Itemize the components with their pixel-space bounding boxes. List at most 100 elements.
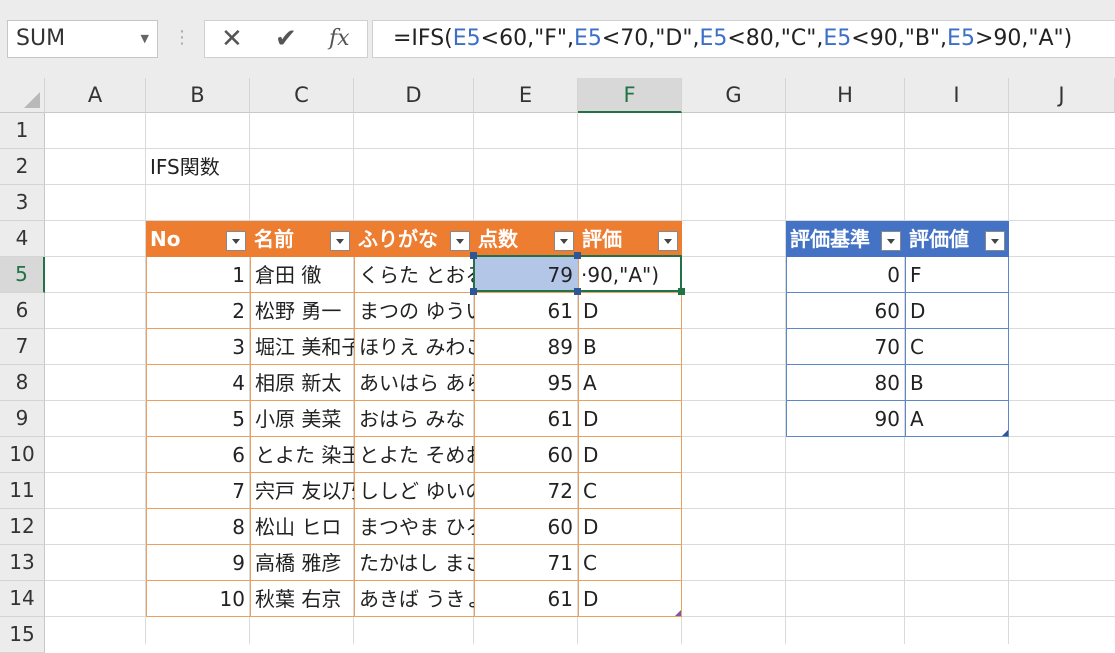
table-cell[interactable]: 61 xyxy=(474,293,578,329)
table-cell[interactable]: 相原 新太 xyxy=(250,365,354,401)
table-cell[interactable]: 61 xyxy=(474,581,578,617)
table-cell[interactable]: D xyxy=(905,293,1009,329)
column-header-j[interactable]: J xyxy=(1009,78,1115,113)
table1-header-score[interactable]: 点数 xyxy=(474,221,578,257)
table-cell[interactable]: C xyxy=(578,545,682,581)
table-cell[interactable]: 70 xyxy=(786,329,905,365)
table-cell[interactable]: ほりえ みわこ xyxy=(354,329,474,365)
table-cell[interactable]: D xyxy=(578,581,682,617)
filter-dropdown-icon[interactable] xyxy=(554,231,574,251)
table-cell[interactable]: 60 xyxy=(474,437,578,473)
range-handle[interactable] xyxy=(574,252,581,259)
filter-dropdown-icon[interactable] xyxy=(881,231,901,251)
sheet-title[interactable]: IFS関数 xyxy=(146,149,346,185)
table-cell[interactable]: B xyxy=(905,365,1009,401)
table1-header-no[interactable]: No xyxy=(146,221,250,257)
table-cell[interactable]: 松山 ヒロ xyxy=(250,509,354,545)
table-cell[interactable]: まつの ゆういち xyxy=(354,293,474,329)
table2-resize-handle[interactable] xyxy=(1002,430,1008,436)
table-cell[interactable]: 80 xyxy=(786,365,905,401)
table-cell[interactable]: 7 xyxy=(146,473,250,509)
column-header-d[interactable]: D xyxy=(354,78,474,113)
table-cell[interactable]: あきば うきょう xyxy=(354,581,474,617)
chevron-down-icon[interactable]: ▼ xyxy=(141,21,149,57)
range-handle[interactable] xyxy=(470,288,477,295)
column-header-h[interactable]: H xyxy=(786,78,905,113)
range-handle[interactable] xyxy=(470,252,477,259)
row-header-7[interactable]: 7 xyxy=(0,329,45,365)
table-cell[interactable]: 秋葉 右京 xyxy=(250,581,354,617)
row-header-4[interactable]: 4 xyxy=(0,221,45,257)
table-cell[interactable]: たかはし まさひこ xyxy=(354,545,474,581)
table-cell[interactable]: 高橋 雅彦 xyxy=(250,545,354,581)
table-cell[interactable]: 9 xyxy=(146,545,250,581)
table-cell[interactable]: 3 xyxy=(146,329,250,365)
table-cell[interactable]: 0 xyxy=(786,257,905,293)
row-header-12[interactable]: 12 xyxy=(0,509,45,545)
filter-dropdown-icon[interactable] xyxy=(330,231,350,251)
table-cell[interactable]: A xyxy=(578,365,682,401)
enter-icon[interactable]: ✔ xyxy=(275,25,297,53)
row-header-8[interactable]: 8 xyxy=(0,365,45,401)
table1-resize-handle[interactable] xyxy=(675,610,681,616)
cancel-icon[interactable]: ✕ xyxy=(221,25,243,53)
table-cell[interactable]: 4 xyxy=(146,365,250,401)
filter-dropdown-icon[interactable] xyxy=(985,231,1005,251)
column-header-f[interactable]: F xyxy=(578,78,682,113)
table-cell[interactable]: とよた 染王 xyxy=(250,437,354,473)
row-header-13[interactable]: 13 xyxy=(0,545,45,581)
column-header-i[interactable]: I xyxy=(905,78,1009,113)
column-header-g[interactable]: G xyxy=(682,78,786,113)
insert-function-icon[interactable]: fx xyxy=(329,25,350,53)
column-header-b[interactable]: B xyxy=(146,78,250,113)
table-cell[interactable]: 松野 勇一 xyxy=(250,293,354,329)
table-cell[interactable]: F xyxy=(905,257,1009,293)
table-cell[interactable]: 8 xyxy=(146,509,250,545)
table-cell[interactable]: B xyxy=(578,329,682,365)
formula-input[interactable]: =IFS(E5<60,"F",E5<70,"D",E5<80,"C",E5<90… xyxy=(372,20,1115,58)
row-header-2[interactable]: 2 xyxy=(0,149,45,185)
table2-header-criteria[interactable]: 評価基準 xyxy=(786,221,905,257)
filter-dropdown-icon[interactable] xyxy=(226,231,246,251)
column-header-c[interactable]: C xyxy=(250,78,354,113)
table-cell[interactable]: D xyxy=(578,293,682,329)
table-cell[interactable]: 61 xyxy=(474,401,578,437)
table-cell[interactable]: 小原 美菜 xyxy=(250,401,354,437)
table-cell[interactable]: 89 xyxy=(474,329,578,365)
table-cell[interactable]: 71 xyxy=(474,545,578,581)
column-header-a[interactable]: A xyxy=(45,78,146,113)
table-cell[interactable]: A xyxy=(905,401,1009,437)
select-all-button[interactable] xyxy=(0,78,45,113)
table-cell[interactable]: 90 xyxy=(786,401,905,437)
row-header-1[interactable]: 1 xyxy=(0,113,45,149)
table-cell[interactable]: 宍戸 友以乃 xyxy=(250,473,354,509)
table-cell[interactable]: C xyxy=(578,473,682,509)
row-header-5[interactable]: 5 xyxy=(0,257,45,293)
filter-dropdown-icon[interactable] xyxy=(658,231,678,251)
table-cell[interactable]: 2 xyxy=(146,293,250,329)
table2-header-value[interactable]: 評価値 xyxy=(905,221,1009,257)
row-header-15[interactable]: 15 xyxy=(0,617,45,653)
table-cell[interactable]: 60 xyxy=(474,509,578,545)
name-box[interactable]: SUM ▼ xyxy=(7,20,158,58)
table-cell[interactable]: 10 xyxy=(146,581,250,617)
table-cell[interactable]: とよた そめお xyxy=(354,437,474,473)
table1-header-furigana[interactable]: ふりがな xyxy=(354,221,474,257)
table-cell[interactable]: D xyxy=(578,509,682,545)
row-header-3[interactable]: 3 xyxy=(0,185,45,221)
table-cell[interactable]: C xyxy=(905,329,1009,365)
table-cell[interactable]: くらた とおる xyxy=(354,257,474,293)
row-header-6[interactable]: 6 xyxy=(0,293,45,329)
table-cell[interactable]: まつやま ひろ xyxy=(354,509,474,545)
column-header-e[interactable]: E xyxy=(474,78,578,113)
table-cell[interactable]: 5 xyxy=(146,401,250,437)
range-handle[interactable] xyxy=(574,288,581,295)
table-cell[interactable]: 60 xyxy=(786,293,905,329)
row-header-14[interactable]: 14 xyxy=(0,581,45,617)
table-cell[interactable]: 95 xyxy=(474,365,578,401)
filter-dropdown-icon[interactable] xyxy=(450,231,470,251)
table-cell[interactable]: あいはら あらた xyxy=(354,365,474,401)
table-cell[interactable]: 堀江 美和子 xyxy=(250,329,354,365)
row-header-9[interactable]: 9 xyxy=(0,401,45,437)
table-cell[interactable]: D xyxy=(578,401,682,437)
